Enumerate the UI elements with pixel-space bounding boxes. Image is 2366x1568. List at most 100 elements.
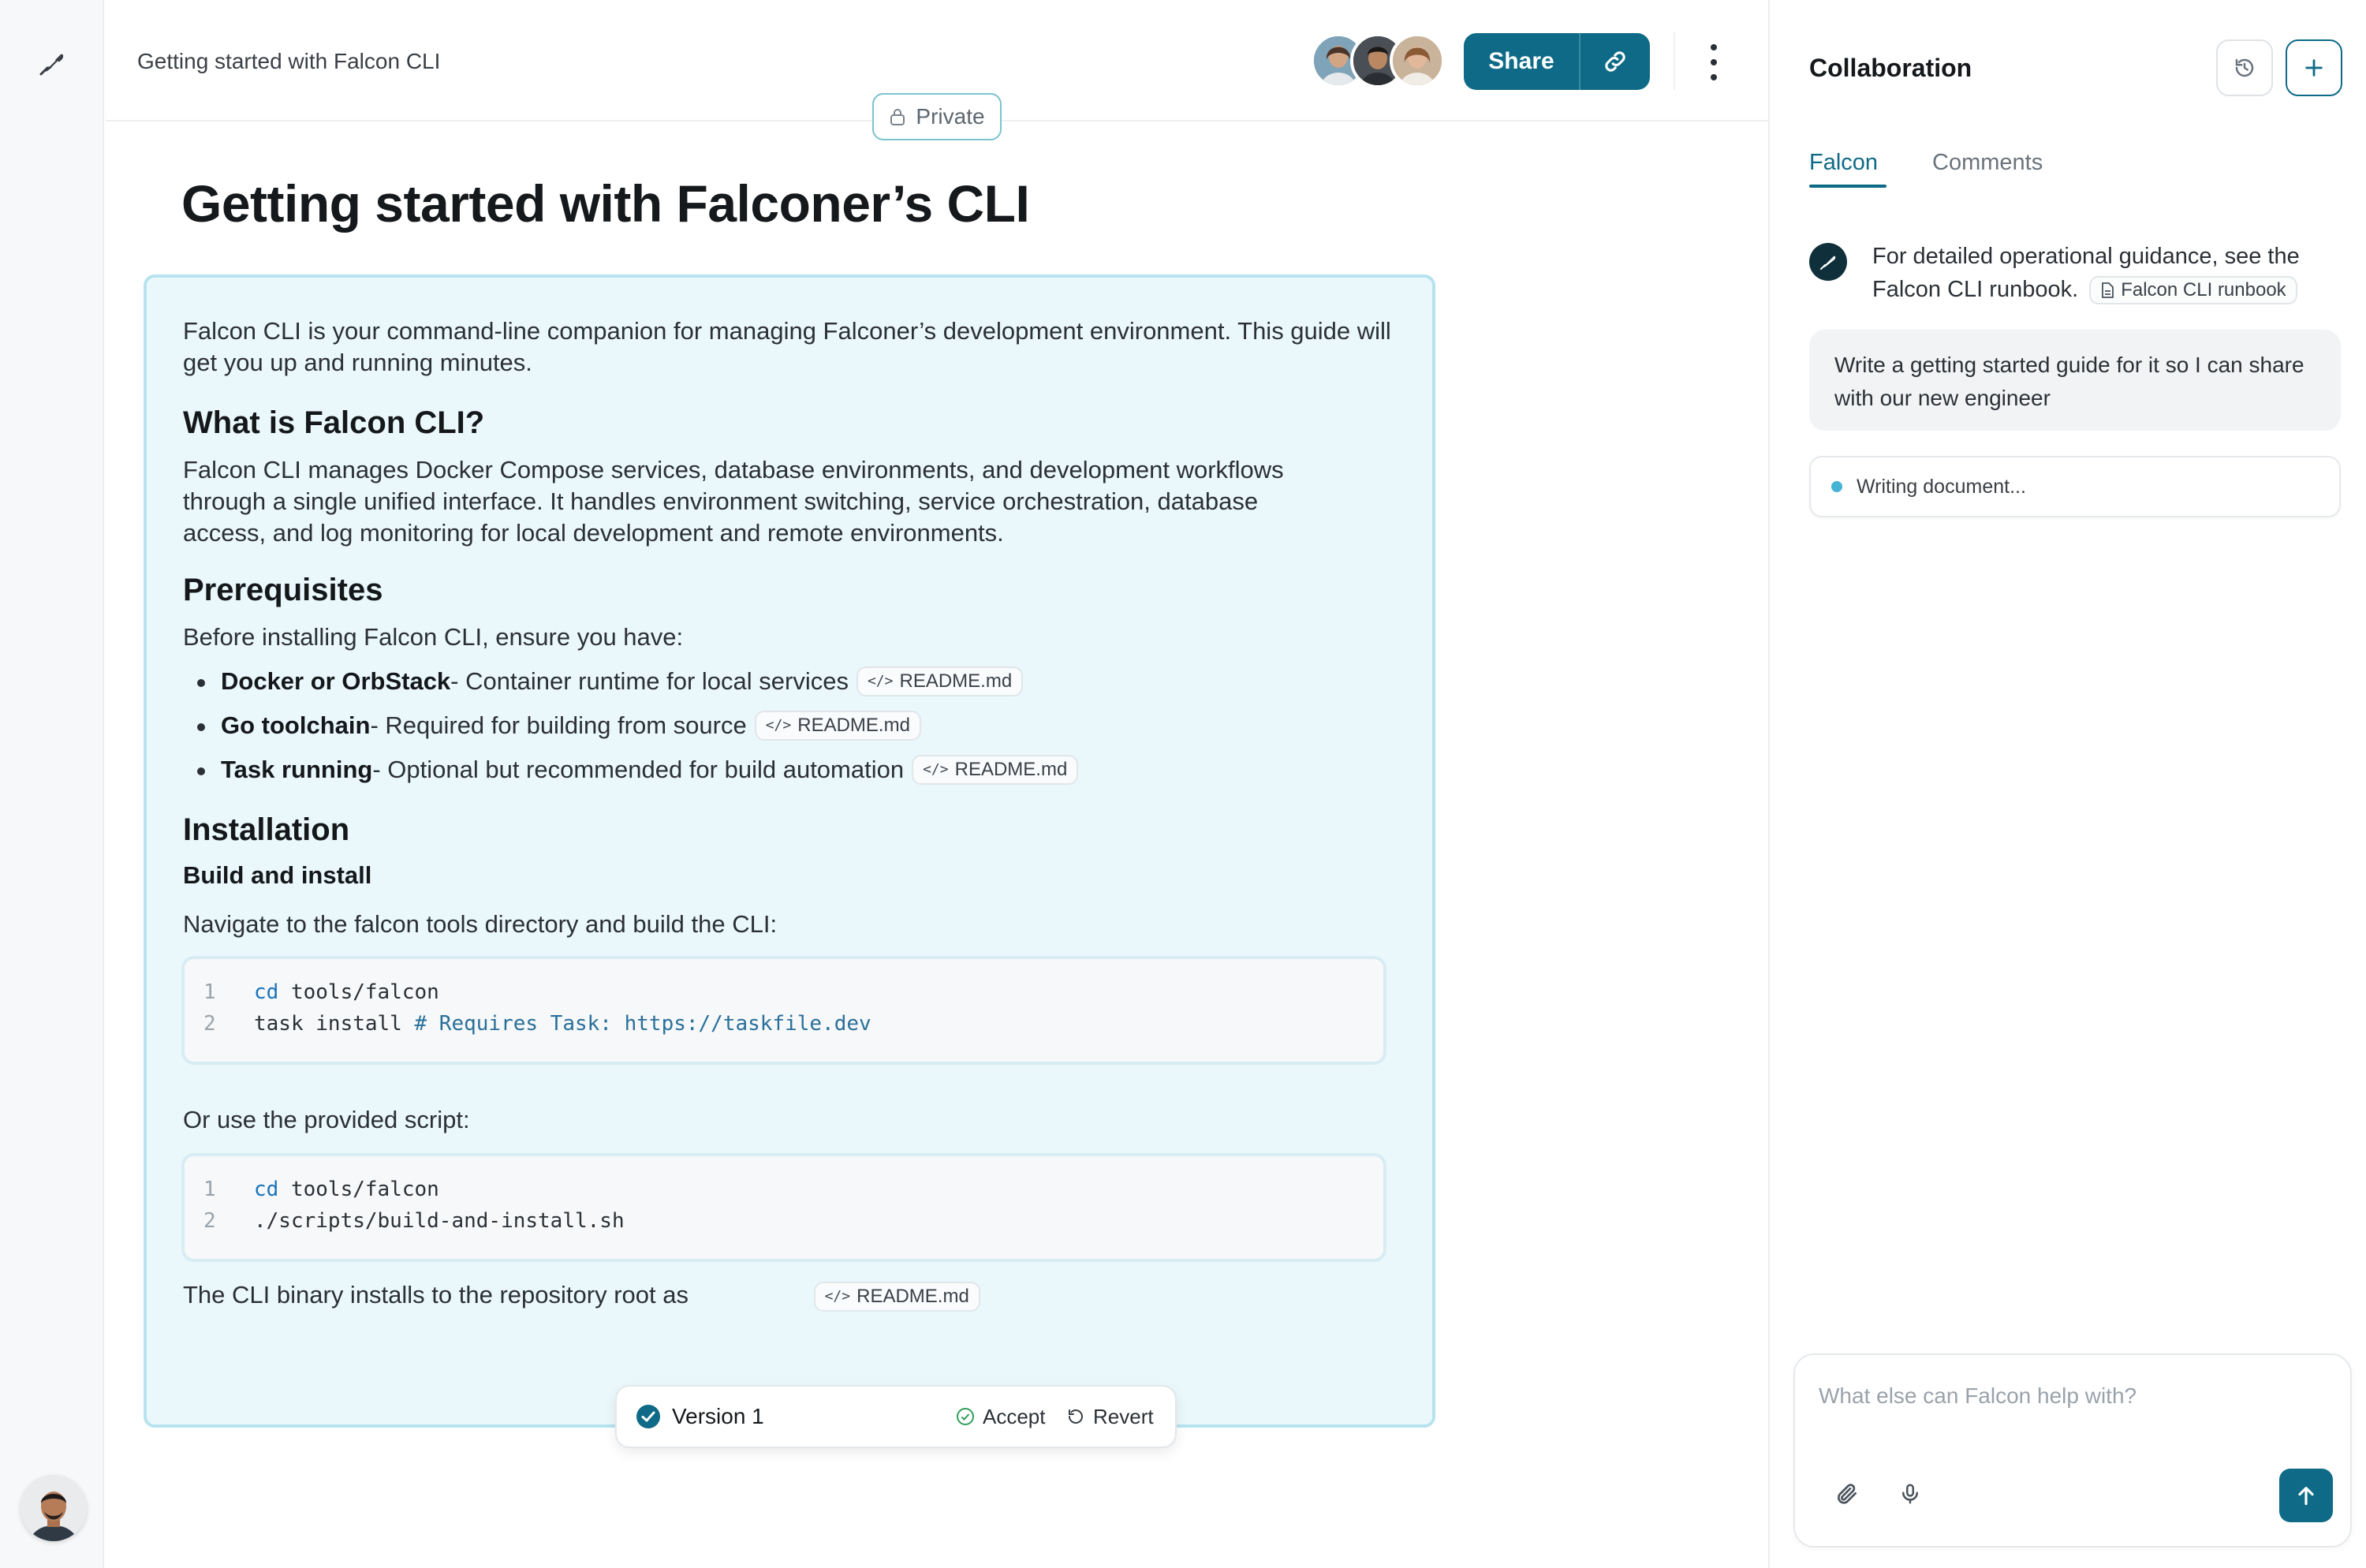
chat-composer bbox=[1793, 1353, 2352, 1547]
code-text: tools/falcon bbox=[278, 1178, 439, 1201]
feather-icon[interactable] bbox=[36, 47, 68, 79]
assistant-message-text: For detailed operational guidance, see t… bbox=[1872, 240, 2361, 306]
undo-icon bbox=[1069, 1409, 1083, 1424]
prereq-desc: - Required for building from source bbox=[370, 711, 747, 739]
source-reference-chip[interactable]: </> README.md bbox=[912, 755, 1079, 785]
toolbar-divider bbox=[1674, 32, 1675, 90]
code-icon: </> bbox=[765, 717, 792, 734]
code-text: ./scripts/build-and-install.sh bbox=[254, 1209, 625, 1233]
link-icon bbox=[1605, 51, 1625, 72]
document-body: Falcon CLI is your command-line companio… bbox=[181, 315, 1413, 1312]
code-block[interactable]: 1 cd tools/falcon 2 ./scripts/build-and-… bbox=[181, 1153, 1386, 1262]
send-button[interactable] bbox=[2279, 1469, 2333, 1522]
document-title[interactable]: Getting started with Falconer’s CLI bbox=[181, 174, 1030, 233]
list-item: Task running - Optional but recommended … bbox=[183, 748, 1413, 792]
code-block[interactable]: 1 cd tools/falcon 2 task install # Requi… bbox=[181, 956, 1386, 1065]
reference-label: README.md bbox=[899, 670, 1013, 692]
breadcrumb[interactable]: Getting started with Falcon CLI bbox=[137, 49, 440, 74]
code-keyword: cd bbox=[254, 980, 279, 1004]
user-avatar[interactable] bbox=[21, 1475, 87, 1541]
new-chat-button[interactable] bbox=[2286, 39, 2342, 96]
section-heading: What is Falcon CLI? bbox=[183, 405, 485, 440]
what-paragraph: Falcon CLI manages Docker Compose servic… bbox=[183, 456, 1284, 547]
document-editor: Getting started with Falcon CLI Share Pr… bbox=[106, 0, 1768, 1568]
panel-title: Collaboration bbox=[1809, 54, 1972, 82]
history-icon bbox=[2235, 58, 2254, 77]
revert-button[interactable]: Revert bbox=[1066, 1399, 1154, 1434]
ai-generated-content[interactable]: Falcon CLI is your command-line companio… bbox=[144, 274, 1435, 1428]
section-heading: Installation bbox=[183, 812, 350, 847]
list-item: Docker or OrbStack - Container runtime f… bbox=[183, 659, 1413, 704]
code-line: 1 cd tools/falcon bbox=[185, 1174, 1383, 1205]
tab-comments[interactable]: Comments bbox=[1932, 150, 2043, 176]
source-reference-chip[interactable]: </> README.md bbox=[813, 1281, 980, 1312]
prereq-list: Docker or OrbStack - Container runtime f… bbox=[183, 659, 1413, 792]
visibility-badge[interactable]: Private bbox=[872, 93, 1002, 140]
accept-button[interactable]: Accept bbox=[956, 1399, 1046, 1434]
accept-label: Accept bbox=[983, 1404, 1046, 1428]
collaborator-avatars bbox=[1311, 33, 1445, 88]
reference-label: README.md bbox=[954, 759, 1068, 780]
more-options-button[interactable] bbox=[1708, 44, 1719, 80]
share-button-group: Share bbox=[1464, 33, 1650, 90]
source-reference-chip[interactable]: </> README.md bbox=[754, 711, 921, 741]
code-icon: </> bbox=[923, 761, 949, 778]
section-heading: Prerequisites bbox=[183, 573, 383, 607]
chat-input[interactable] bbox=[1819, 1379, 2323, 1413]
version-label[interactable]: Version 1 bbox=[636, 1387, 764, 1447]
reference-label: README.md bbox=[856, 1285, 969, 1307]
microphone-button[interactable] bbox=[1893, 1477, 1928, 1511]
document-icon bbox=[2102, 282, 2114, 299]
code-icon: </> bbox=[824, 1287, 851, 1305]
user-message: Write a getting started guide for it so … bbox=[1809, 330, 2341, 431]
version-review-bar: Version 1 Accept Revert bbox=[615, 1385, 1177, 1448]
copy-link-button[interactable] bbox=[1580, 33, 1650, 90]
kebab-menu-icon bbox=[1711, 44, 1717, 50]
prereq-desc: - Container runtime for local services bbox=[450, 667, 849, 695]
script-intro: Or use the provided script: bbox=[183, 1106, 470, 1133]
left-rail bbox=[0, 0, 104, 1568]
code-keyword: cd bbox=[254, 1178, 279, 1201]
binary-paragraph: The CLI binary installs to the repositor… bbox=[183, 1279, 1413, 1312]
line-number: 2 bbox=[203, 1012, 216, 1036]
status-dot bbox=[1831, 481, 1842, 492]
code-line: 2 task install # Requires Task: https://… bbox=[185, 1008, 1383, 1040]
list-item: Go toolchain - Required for building fro… bbox=[183, 704, 1413, 748]
reference-label: README.md bbox=[797, 715, 910, 736]
code-line: 1 cd tools/falcon bbox=[185, 976, 1383, 1008]
attach-button[interactable] bbox=[1830, 1477, 1864, 1511]
binary-text: The CLI binary installs to the repositor… bbox=[183, 1281, 689, 1309]
visibility-label: Private bbox=[916, 104, 985, 129]
lock-icon bbox=[890, 109, 905, 125]
code-icon: </> bbox=[867, 673, 894, 689]
code-comment: # Requires Task: https://taskfile.dev bbox=[414, 1012, 871, 1036]
prereq-intro: Before installing Falcon CLI, ensure you… bbox=[183, 623, 684, 651]
code-line: 2 ./scripts/build-and-install.sh bbox=[185, 1205, 1383, 1237]
status-indicator: Writing document... bbox=[1809, 456, 2341, 517]
code-text: task install bbox=[254, 1012, 415, 1036]
tab-falcon[interactable]: Falcon bbox=[1809, 150, 1878, 176]
revert-label: Revert bbox=[1093, 1404, 1154, 1428]
reference-label: Falcon CLI runbook bbox=[2121, 279, 2286, 301]
document-reference-chip[interactable]: Falcon CLI runbook bbox=[2089, 276, 2297, 305]
prereq-name: Go toolchain bbox=[221, 711, 371, 739]
plus-icon bbox=[2305, 59, 2323, 77]
collaborator-avatar[interactable] bbox=[1390, 33, 1445, 88]
prereq-desc: - Optional but recommended for build aut… bbox=[372, 756, 905, 783]
line-number: 1 bbox=[203, 980, 216, 1004]
feather-icon bbox=[1819, 256, 1836, 271]
falcon-avatar bbox=[1809, 243, 1847, 281]
microphone-icon bbox=[1902, 1484, 1918, 1504]
version-text: Version 1 bbox=[672, 1404, 764, 1428]
source-reference-chip[interactable]: </> README.md bbox=[856, 666, 1024, 696]
check-circle-icon bbox=[957, 1408, 974, 1425]
status-text: Writing document... bbox=[1857, 475, 2026, 498]
arrow-up-icon bbox=[2298, 1487, 2314, 1506]
check-circle-icon bbox=[636, 1405, 660, 1428]
prereq-name: Docker or OrbStack bbox=[221, 667, 451, 695]
prereq-name: Task running bbox=[221, 756, 373, 783]
history-button[interactable] bbox=[2216, 39, 2273, 96]
share-button[interactable]: Share bbox=[1464, 33, 1579, 90]
collaboration-panel: Collaboration Falcon Comments For detail… bbox=[1768, 0, 2366, 1568]
line-number: 2 bbox=[203, 1209, 216, 1233]
